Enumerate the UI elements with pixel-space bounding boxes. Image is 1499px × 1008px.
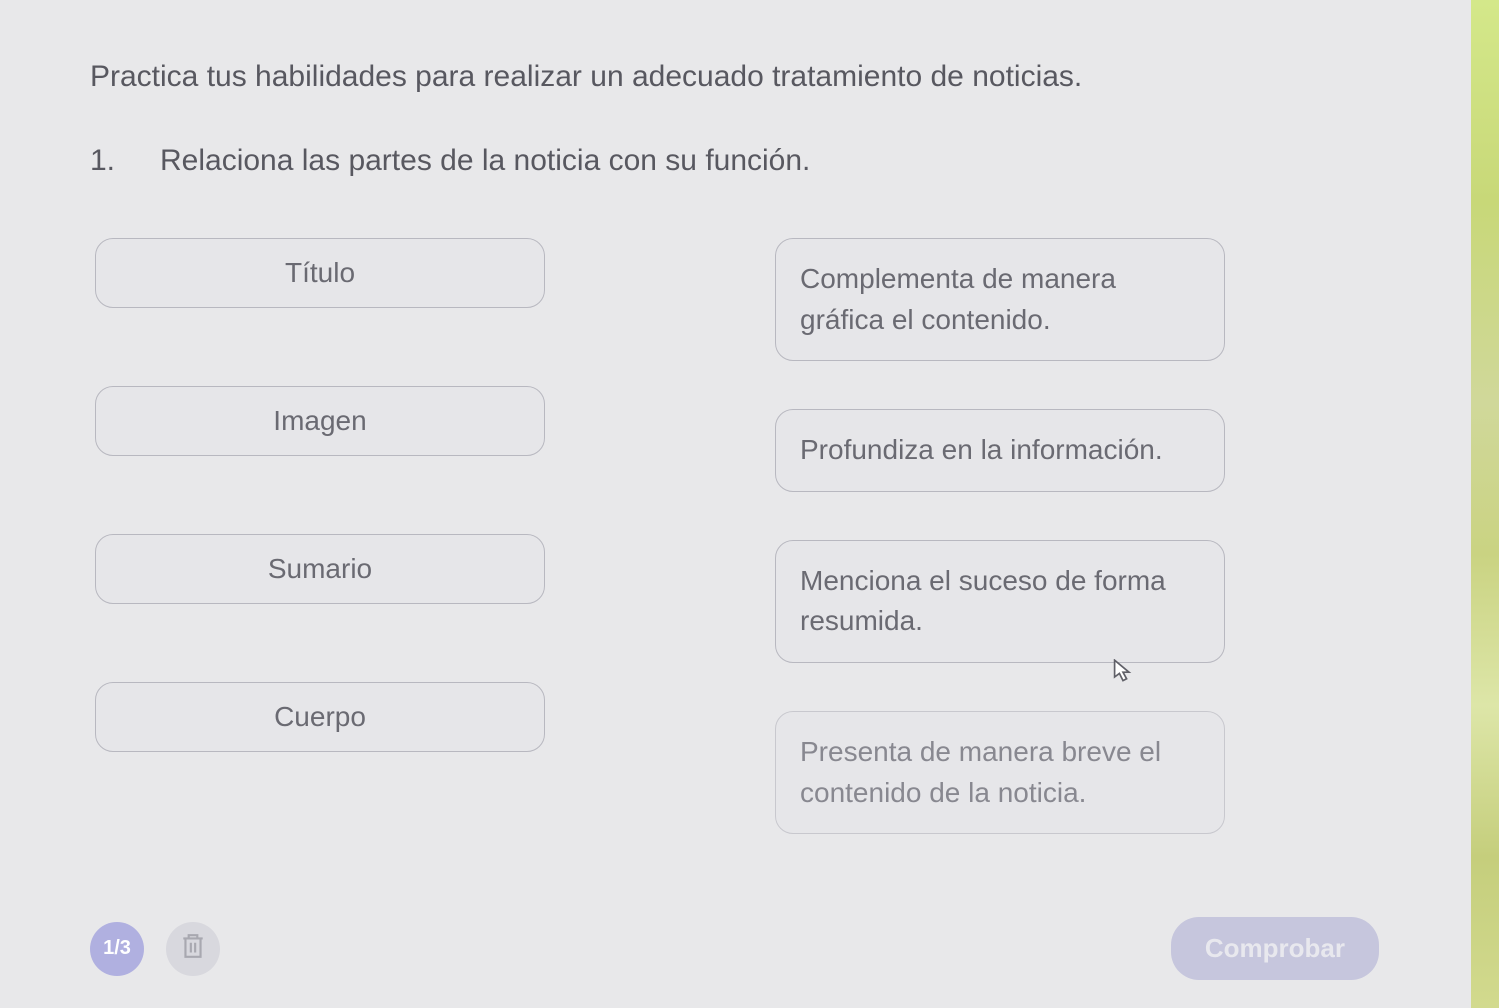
footer-bar: 1/3 Comprobar xyxy=(90,917,1379,980)
exercise-content: Practica tus habilidades para realizar u… xyxy=(0,0,1499,834)
page-indicator: 1/3 xyxy=(90,922,144,976)
left-column: Título Imagen Sumario Cuerpo xyxy=(95,238,545,834)
trash-icon xyxy=(180,932,206,965)
question-number: 1. xyxy=(90,144,160,178)
question-row: 1. Relaciona las partes de la noticia co… xyxy=(90,144,1409,178)
match-right-1[interactable]: Profundiza en la información. xyxy=(775,409,1225,492)
matching-area: Título Imagen Sumario Cuerpo Complementa… xyxy=(90,238,1409,834)
intro-text: Practica tus habilidades para realizar u… xyxy=(90,60,1409,94)
page-edge-decoration xyxy=(1471,0,1499,1008)
match-left-sumario[interactable]: Sumario xyxy=(95,534,545,604)
match-left-cuerpo[interactable]: Cuerpo xyxy=(95,682,545,752)
match-right-2[interactable]: Menciona el suceso de forma resumida. xyxy=(775,540,1225,663)
right-column: Complementa de manera gráfica el conteni… xyxy=(775,238,1225,834)
reset-button[interactable] xyxy=(166,922,220,976)
match-right-0[interactable]: Complementa de manera gráfica el conteni… xyxy=(775,238,1225,361)
match-left-imagen[interactable]: Imagen xyxy=(95,386,545,456)
question-text: Relaciona las partes de la noticia con s… xyxy=(160,144,810,178)
match-right-3[interactable]: Presenta de manera breve el contenido de… xyxy=(775,711,1225,834)
match-left-titulo[interactable]: Título xyxy=(95,238,545,308)
check-button[interactable]: Comprobar xyxy=(1171,917,1379,980)
footer-left: 1/3 xyxy=(90,922,220,976)
